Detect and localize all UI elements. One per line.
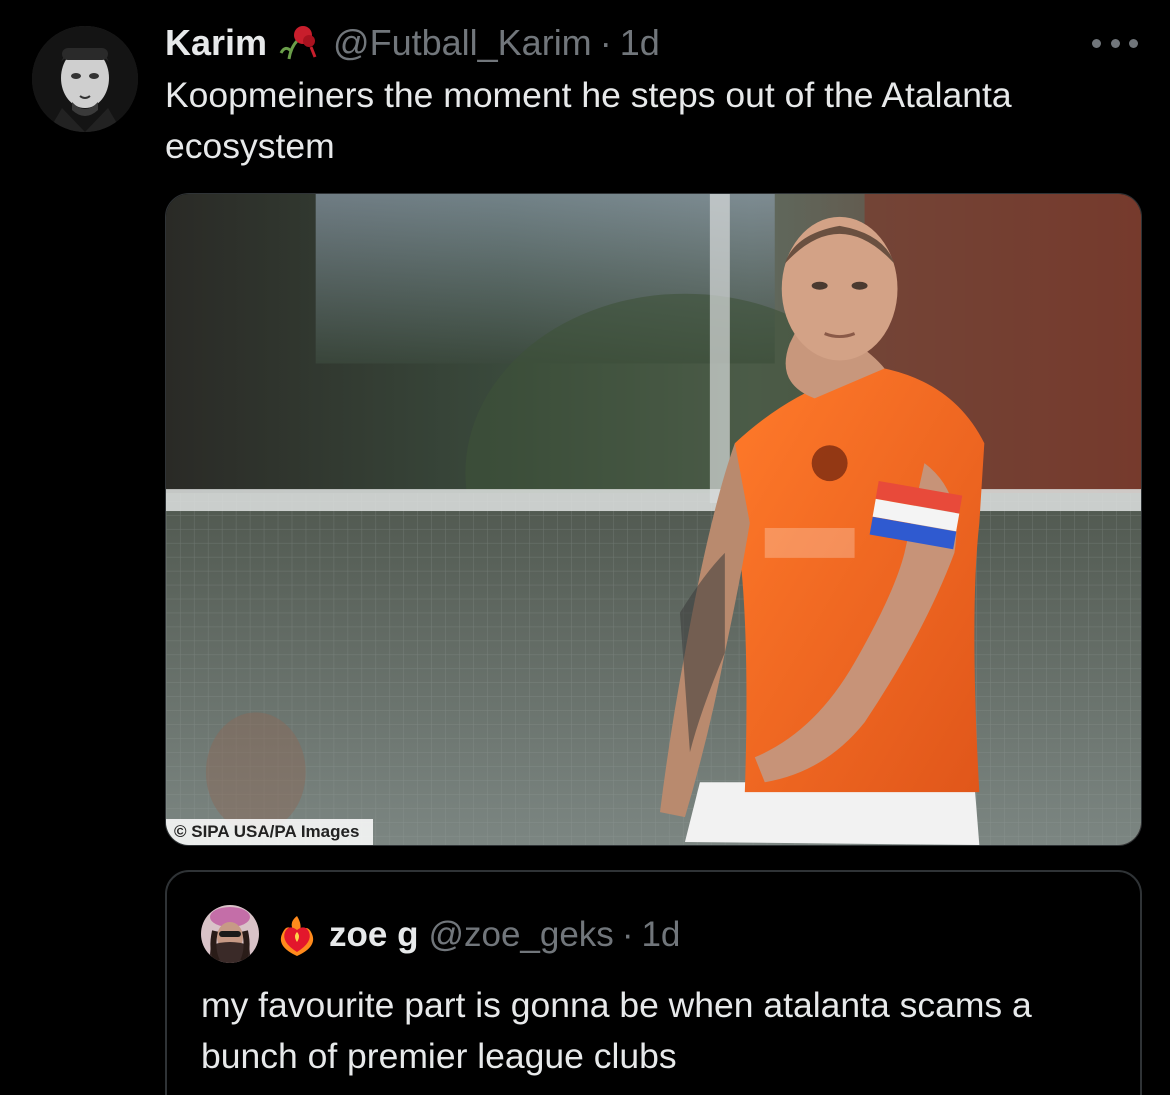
quote-avatar-image — [201, 905, 259, 963]
heart-on-fire-icon — [275, 912, 319, 958]
quote-author-display-name[interactable]: zoe g — [329, 915, 418, 955]
header-separator: · — [599, 22, 612, 63]
quote-text: my favourite part is gonna be when atala… — [201, 985, 1032, 1076]
quote-author-avatar[interactable] — [201, 905, 259, 963]
more-options-icon[interactable] — [1092, 36, 1138, 50]
more-dot — [1110, 38, 1120, 48]
rose-emoji-icon — [275, 23, 321, 63]
quote-author-handle[interactable]: @zoe_geks — [428, 915, 613, 955]
more-dot — [1092, 38, 1101, 48]
author-avatar-image — [32, 26, 138, 132]
tweet-timestamp[interactable]: 1d — [620, 22, 660, 64]
author-avatar[interactable] — [32, 26, 138, 132]
tweet-media[interactable]: © SIPA USA/PA Images — [165, 193, 1142, 846]
more-dot — [1129, 38, 1138, 48]
quoted-tweet[interactable]: zoe g @zoe_geks · 1d my favourite part i… — [165, 870, 1142, 1095]
author-handle[interactable]: @Futball_Karim — [333, 22, 592, 64]
author-display-name[interactable]: Karim — [165, 22, 267, 64]
footballer-photo — [166, 194, 1141, 845]
photo-credit: © SIPA USA/PA Images — [166, 819, 374, 845]
tweet-header: Karim @Futball_Karim · 1d — [165, 18, 660, 68]
quote-header: zoe g @zoe_geks · 1d — [275, 912, 680, 958]
quote-timestamp[interactable]: 1d — [641, 915, 680, 955]
quote-header-separator: · — [621, 915, 634, 954]
tweet[interactable]: Karim @Futball_Karim · 1d Koopmeiners th… — [0, 0, 1170, 1095]
tweet-text: Koopmeiners the moment he steps out of t… — [165, 75, 1012, 166]
